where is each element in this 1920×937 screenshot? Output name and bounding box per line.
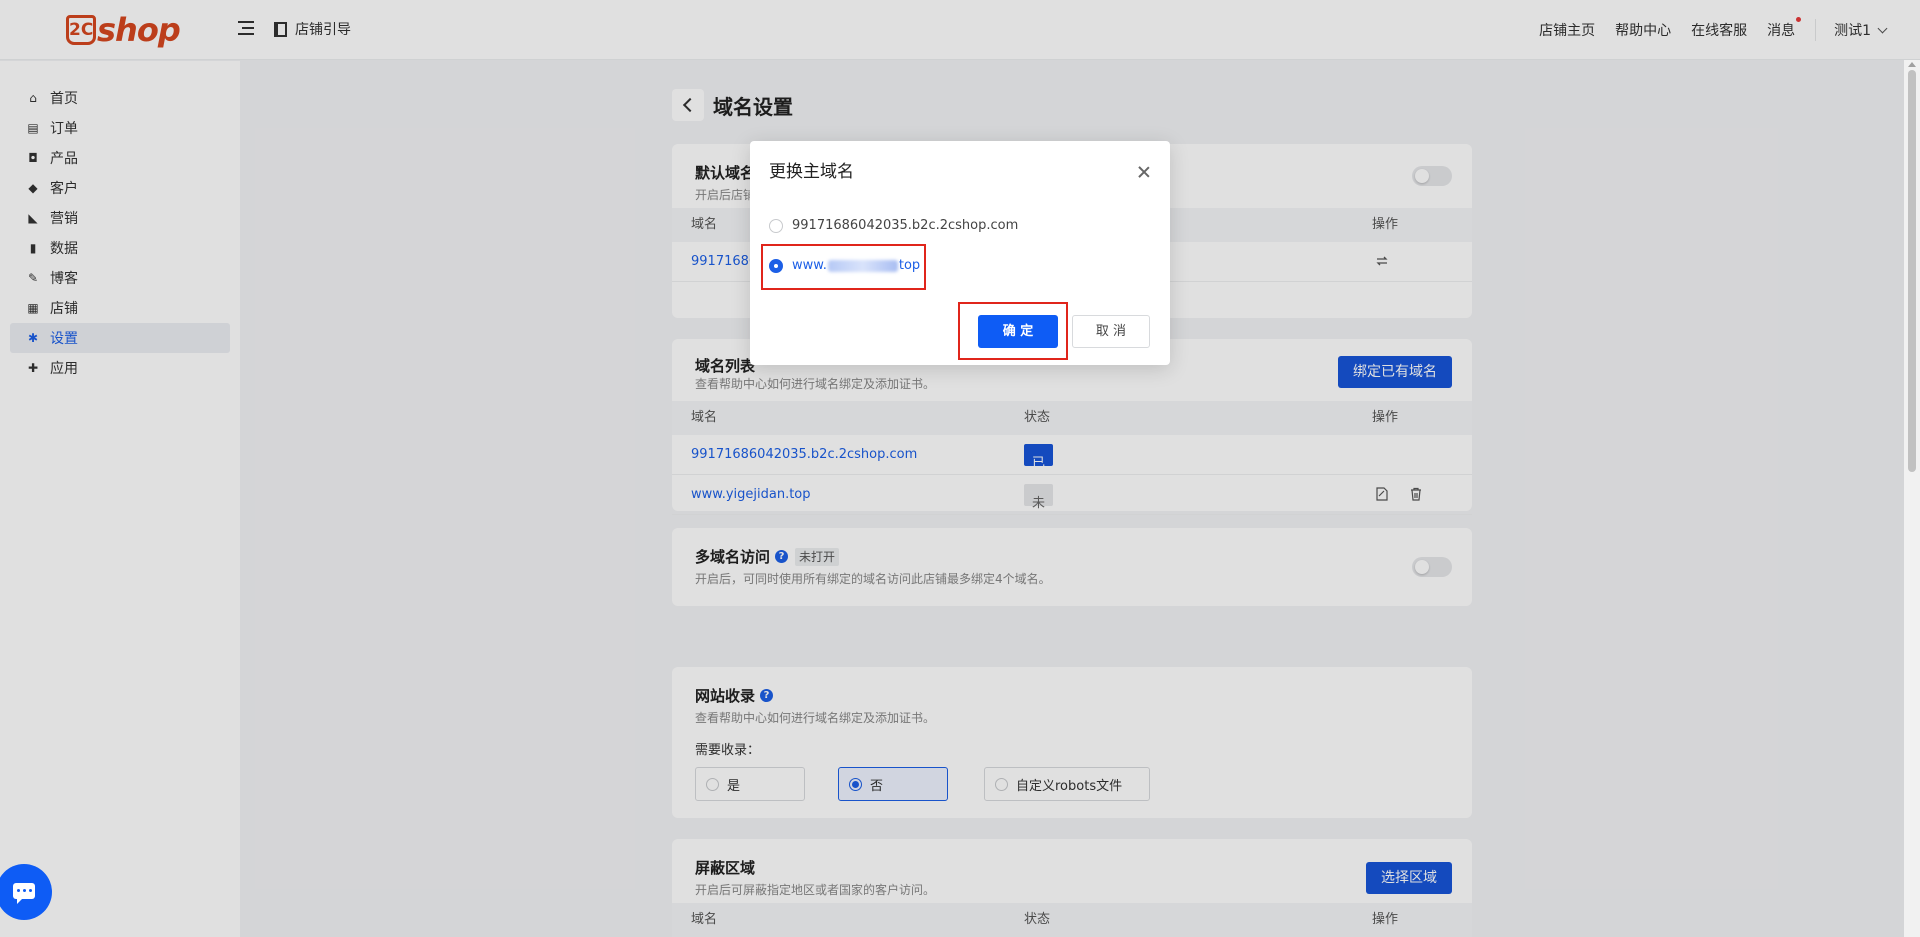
chat-icon (13, 883, 35, 904)
modal-title: 更换主域名 (769, 162, 854, 182)
close-icon[interactable] (1138, 166, 1150, 178)
scroll-up-icon[interactable] (1908, 62, 1916, 67)
scrollbar-thumb[interactable] (1908, 70, 1916, 472)
confirm-button[interactable]: 确 定 (978, 315, 1058, 348)
cancel-button[interactable]: 取 消 (1072, 315, 1150, 348)
option-label: 99171686042035.b2c.2cshop.com (792, 218, 1019, 233)
radio-icon (769, 218, 783, 233)
scrollbar[interactable] (1904, 60, 1920, 937)
change-primary-domain-modal: 更换主域名 99171686042035.b2c.2cshop.com www.… (750, 141, 1170, 365)
domain-option-default[interactable]: 99171686042035.b2c.2cshop.com (769, 218, 1018, 233)
highlight-box (761, 244, 926, 290)
